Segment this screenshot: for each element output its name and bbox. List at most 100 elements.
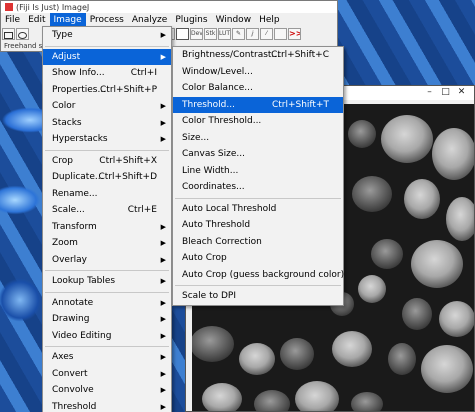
image-menu-item-duplicate[interactable]: Duplicate... Ctrl+Shift+D xyxy=(43,169,171,186)
image-menu-item-color[interactable]: Color ▶ xyxy=(43,98,171,115)
tool-slot-icon[interactable] xyxy=(176,28,189,40)
menu-item-label: Scale... xyxy=(52,205,85,215)
submenu-arrow-icon: ▶ xyxy=(160,315,166,323)
submenu-arrow-icon: ▶ xyxy=(160,386,166,394)
close-icon[interactable]: ✕ xyxy=(457,88,466,97)
menu-shortcut: Ctrl+Shift+T xyxy=(271,99,329,110)
dev-tool-button[interactable]: Dev xyxy=(190,28,203,40)
image-menu-item-lookup-tables[interactable]: Lookup Tables ▶ xyxy=(43,273,171,290)
menu-item-label: Convert xyxy=(52,368,88,379)
menu-shortcut: Ctrl+Shift+X xyxy=(99,155,157,166)
adjust-menu-item-coordinates[interactable]: Coordinates... xyxy=(173,179,343,196)
menu-process[interactable]: Process xyxy=(86,13,128,27)
dropper-icon[interactable]: ⁄ xyxy=(260,28,273,40)
menu-shortcut: Ctrl+Shift+C xyxy=(271,50,329,60)
menu-separator xyxy=(45,291,169,293)
image-menu-item-rename[interactable]: Rename... xyxy=(43,186,171,203)
minimize-icon[interactable]: – xyxy=(425,88,434,97)
adjust-menu-item-auto-crop-guess-background-color[interactable]: Auto Crop (guess background color) xyxy=(173,267,345,284)
image-menu-item-threshold[interactable]: Threshold ▶ xyxy=(43,399,171,412)
image-menu-item-properties[interactable]: Properties... Ctrl+Shift+P xyxy=(43,82,171,99)
adjust-menu-item-scale-to-dpi[interactable]: Scale to DPI xyxy=(173,288,343,305)
image-menu-item-drawing[interactable]: Drawing ▶ xyxy=(43,311,171,328)
blank-tool-icon[interactable] xyxy=(274,28,287,40)
image-menu: Type ▶ Adjust ▶ Show Info... Ctrl+I Properties… xyxy=(42,26,172,412)
menu-image[interactable]: Image xyxy=(49,13,86,27)
image-menu-item-adjust[interactable]: Adjust ▶ xyxy=(43,48,171,65)
adjust-menu-item-bleach-correction[interactable]: Bleach Correction xyxy=(173,234,343,251)
adjust-menu-item-auto-crop[interactable]: Auto Crop xyxy=(173,250,343,267)
image-menu-item-axes[interactable]: Axes ▶ xyxy=(43,349,171,366)
brush-icon[interactable]: ⅉ xyxy=(246,28,259,40)
menu-item-label: Transform xyxy=(52,221,97,232)
image-menu-item-crop[interactable]: Crop Ctrl+Shift+X xyxy=(43,153,171,170)
menu-item-label: Line Width... xyxy=(182,165,239,176)
submenu-arrow-icon: ▶ xyxy=(160,331,166,340)
menu-analyze[interactable]: Analyze xyxy=(128,13,171,27)
menu-file[interactable]: File xyxy=(1,13,24,27)
menu-item-label: Scale to DPI xyxy=(182,291,236,301)
menu-item-label: Crop xyxy=(52,155,74,166)
submenu-arrow-icon: ▶ xyxy=(160,222,166,231)
more-tools-button[interactable]: >> xyxy=(288,28,301,40)
adjust-menu-item-auto-threshold[interactable]: Auto Threshold xyxy=(173,217,343,234)
image-menu-item-annotate[interactable]: Annotate ▶ xyxy=(43,295,171,312)
pencil-icon[interactable]: ✎ xyxy=(232,28,245,40)
menu-item-label: Zoom xyxy=(52,238,78,248)
window-title: (Fiji Is Just) ImageJ xyxy=(16,2,90,12)
submenu-arrow-icon: ▶ xyxy=(160,277,166,285)
menu-item-label: Type xyxy=(52,30,73,40)
oval-tool-icon[interactable] xyxy=(16,28,29,40)
image-menu-item-type[interactable]: Type ▶ xyxy=(43,27,171,44)
titlebar[interactable]: (Fiji Is Just) ImageJ xyxy=(1,1,337,13)
image-menu-item-zoom[interactable]: Zoom ▶ xyxy=(43,235,171,252)
adjust-menu-item-size[interactable]: Size... xyxy=(173,130,343,147)
menu-shortcut: Ctrl+Shift+D xyxy=(98,172,157,182)
adjust-menu-item-color-threshold[interactable]: Color Threshold... xyxy=(173,113,343,130)
menu-separator xyxy=(45,149,169,151)
submenu-arrow-icon: ▶ xyxy=(160,353,166,361)
image-menu-item-scale[interactable]: Scale... Ctrl+E xyxy=(43,202,171,219)
adjust-menu-item-brightness-contrast[interactable]: Brightness/Contrast... Ctrl+Shift+C xyxy=(173,47,343,64)
submenu-arrow-icon: ▶ xyxy=(160,52,166,61)
adjust-submenu: Brightness/Contrast... Ctrl+Shift+C Window… xyxy=(172,46,344,306)
menu-shortcut: Ctrl+Shift+P xyxy=(100,84,157,95)
menu-item-label: Size... xyxy=(182,132,210,143)
image-menu-item-overlay[interactable]: Overlay ▶ xyxy=(43,252,171,269)
menu-item-label: Window/Level... xyxy=(182,66,253,77)
menu-plugins[interactable]: Plugins xyxy=(171,13,211,27)
lut-tool-button[interactable]: LUT xyxy=(218,28,231,40)
adjust-menu-item-threshold[interactable]: Threshold... Ctrl+Shift+T xyxy=(173,96,343,113)
menu-shortcut: Ctrl+I xyxy=(130,68,157,78)
adjust-menu-item-color-balance[interactable]: Color Balance... xyxy=(173,80,343,97)
menu-edit[interactable]: Edit xyxy=(24,13,49,27)
menu-item-label: Color Balance... xyxy=(182,83,253,93)
image-menu-item-hyperstacks[interactable]: Hyperstacks ▶ xyxy=(43,131,171,148)
image-menu-item-transform[interactable]: Transform ▶ xyxy=(43,219,171,236)
menu-separator xyxy=(45,270,169,271)
menu-item-label: Threshold... xyxy=(182,99,235,110)
menu-item-label: Canvas Size... xyxy=(182,149,245,159)
menu-help[interactable]: Help xyxy=(255,13,284,27)
menu-item-label: Bleach Correction xyxy=(182,236,262,247)
stk-tool-button[interactable]: Stk xyxy=(204,28,217,40)
adjust-menu-item-window-level[interactable]: Window/Level... xyxy=(173,64,343,81)
submenu-arrow-icon: ▶ xyxy=(160,255,166,264)
image-menu-item-convert[interactable]: Convert ▶ xyxy=(43,366,171,383)
rectangle-tool-icon[interactable] xyxy=(2,28,15,40)
submenu-arrow-icon: ▶ xyxy=(160,118,166,127)
menu-item-label: Annotate xyxy=(52,297,94,308)
image-menu-item-stacks[interactable]: Stacks ▶ xyxy=(43,115,171,132)
menu-item-label: Color xyxy=(52,101,76,111)
image-menu-item-show-info[interactable]: Show Info... Ctrl+I xyxy=(43,65,171,82)
menu-item-label: Auto Crop (guess background color) xyxy=(182,269,345,280)
menu-item-label: Color Threshold... xyxy=(182,116,262,126)
adjust-menu-item-line-width[interactable]: Line Width... xyxy=(173,163,343,180)
menu-window[interactable]: Window xyxy=(212,13,256,27)
adjust-menu-item-canvas-size[interactable]: Canvas Size... xyxy=(173,146,343,163)
image-menu-item-video-editing[interactable]: Video Editing ▶ xyxy=(43,328,171,345)
adjust-menu-item-auto-local-threshold[interactable]: Auto Local Threshold xyxy=(173,201,343,218)
maximize-icon[interactable]: □ xyxy=(441,88,450,97)
menu-separator xyxy=(45,346,169,347)
image-menu-item-convolve[interactable]: Convolve ▶ xyxy=(43,382,171,399)
